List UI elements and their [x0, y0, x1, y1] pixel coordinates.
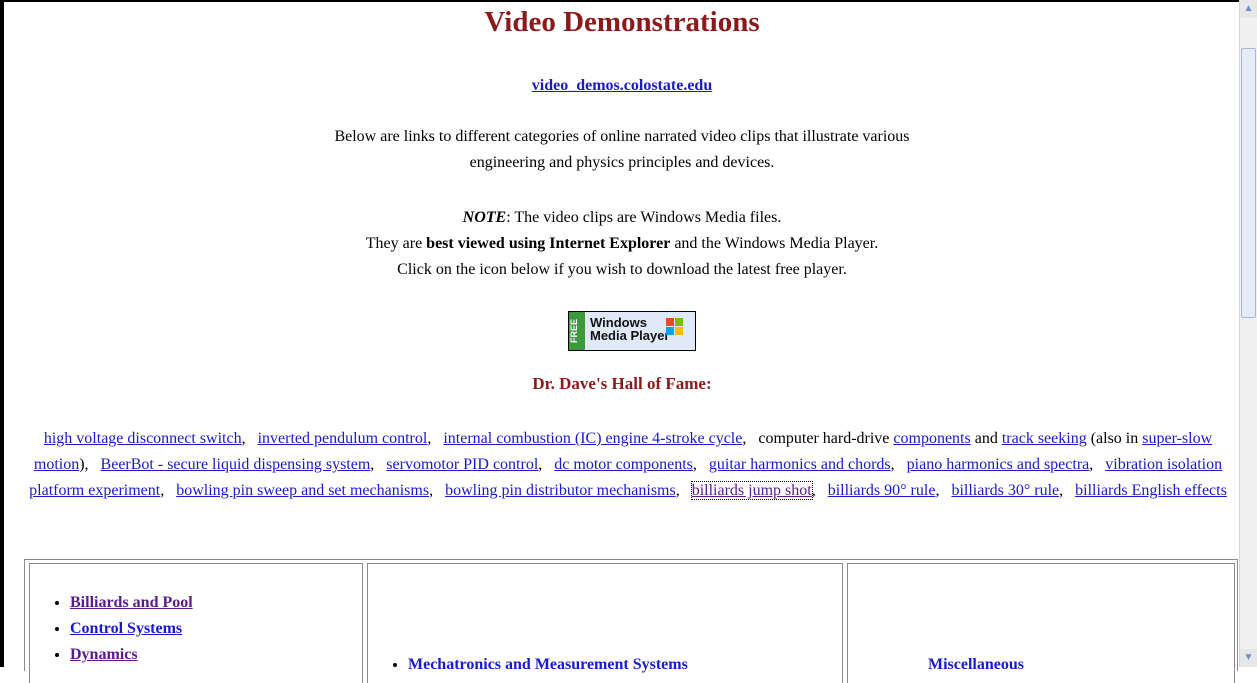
hall-of-fame-links: high voltage disconnect switch, inverted…: [29, 430, 1227, 500]
link-high-voltage[interactable]: high voltage disconnect switch: [44, 430, 242, 447]
link-30-rule[interactable]: billiards 30° rule: [951, 482, 1059, 499]
category-control-systems-link[interactable]: Control Systems: [70, 620, 182, 637]
link-dc-motor[interactable]: dc motor components: [554, 456, 693, 473]
link-jump-shot[interactable]: billiards jump shot: [690, 481, 813, 500]
note-label: NOTE: [462, 209, 507, 226]
text-and: and: [974, 430, 1002, 447]
note-line-2-bold: best viewed using Internet Explorer: [426, 235, 671, 252]
note-line-2-b: and the Windows Media Player.: [670, 235, 879, 252]
list-item: Mechatronics and Measurement Systems: [408, 652, 842, 678]
categories-table: Billiards and Pool Control Systems Dynam…: [24, 559, 1238, 683]
free-label: FREE: [569, 312, 585, 350]
text-hard-drive: computer hard-drive: [758, 430, 894, 447]
vertical-scrollbar[interactable]: ▲ ▼: [1239, 0, 1257, 667]
note-line-1: : The video clips are Windows Media file…: [506, 209, 782, 226]
intro-line-1: Below are links to different categories …: [334, 128, 910, 145]
scroll-up-arrow-icon[interactable]: ▲: [1240, 0, 1257, 18]
text-close-paren: ),: [79, 456, 89, 473]
category-list-2: Mechatronics and Measurement Systems: [368, 652, 842, 678]
page-title: Video Demonstrations: [484, 6, 760, 38]
windows-logo-icon: [666, 318, 684, 336]
list-item: Control Systems: [70, 616, 362, 642]
list-item: Dynamics: [70, 642, 362, 668]
link-components[interactable]: components: [893, 430, 970, 447]
windows-media-player-download-icon[interactable]: FREE Windows Media Player: [568, 311, 696, 351]
scroll-down-arrow-icon[interactable]: ▼: [1240, 649, 1257, 667]
category-dynamics-link[interactable]: Dynamics: [70, 646, 138, 663]
window-left-border: [0, 0, 4, 667]
link-servomotor[interactable]: servomotor PID control: [386, 456, 538, 473]
intro-line-2: engineering and physics principles and d…: [469, 154, 775, 171]
category-miscellaneous-fragment[interactable]: Miscellaneous: [928, 656, 1024, 674]
categories-column-3: Miscellaneous: [847, 563, 1235, 683]
page-content: Video Demonstrations video_demos.colosta…: [6, 0, 1238, 683]
text-also-in: (also in: [1086, 430, 1143, 447]
link-bowling-distributor[interactable]: bowling pin distributor mechanisms: [445, 482, 676, 499]
note-line-3: Click on the icon below if you wish to d…: [397, 261, 847, 278]
note-line-2-a: They are: [365, 235, 427, 252]
link-track-seeking[interactable]: track seeking: [1002, 430, 1087, 447]
wmp-badge-line-2: Media Player: [590, 328, 670, 343]
categories-column-1: Billiards and Pool Control Systems Dynam…: [29, 563, 363, 683]
scrollbar-thumb[interactable]: [1241, 48, 1256, 318]
link-ic-engine[interactable]: internal combustion (IC) engine 4-stroke…: [443, 430, 742, 447]
link-english[interactable]: billiards English effects: [1075, 482, 1227, 499]
category-mechatronics-link[interactable]: Mechatronics and Measurement Systems: [408, 656, 688, 673]
link-90-rule[interactable]: billiards 90° rule: [828, 482, 936, 499]
link-guitar[interactable]: guitar harmonics and chords: [709, 456, 891, 473]
site-link-line: video_demos.colostate.edu: [6, 77, 1238, 95]
link-beerbot[interactable]: BeerBot - secure liquid dispensing syste…: [101, 456, 371, 473]
site-url-link[interactable]: video_demos.colostate.edu: [532, 77, 712, 94]
link-inverted-pendulum[interactable]: inverted pendulum control: [258, 430, 428, 447]
link-piano[interactable]: piano harmonics and spectra: [907, 456, 1090, 473]
intro-text: Below are links to different categories …: [6, 124, 1238, 176]
category-list-1: Billiards and Pool Control Systems Dynam…: [30, 590, 362, 668]
link-bowling-sweep[interactable]: bowling pin sweep and set mechanisms: [176, 482, 429, 499]
list-item: Billiards and Pool: [70, 590, 362, 616]
category-billiards-link[interactable]: Billiards and Pool: [70, 594, 193, 611]
wmp-badge-text: Windows Media Player: [590, 316, 670, 342]
categories-column-2: Mechatronics and Measurement Systems: [367, 563, 843, 683]
note-block: NOTE: The video clips are Windows Media …: [6, 205, 1238, 283]
hall-of-fame-title: Dr. Dave's Hall of Fame:: [532, 374, 712, 393]
